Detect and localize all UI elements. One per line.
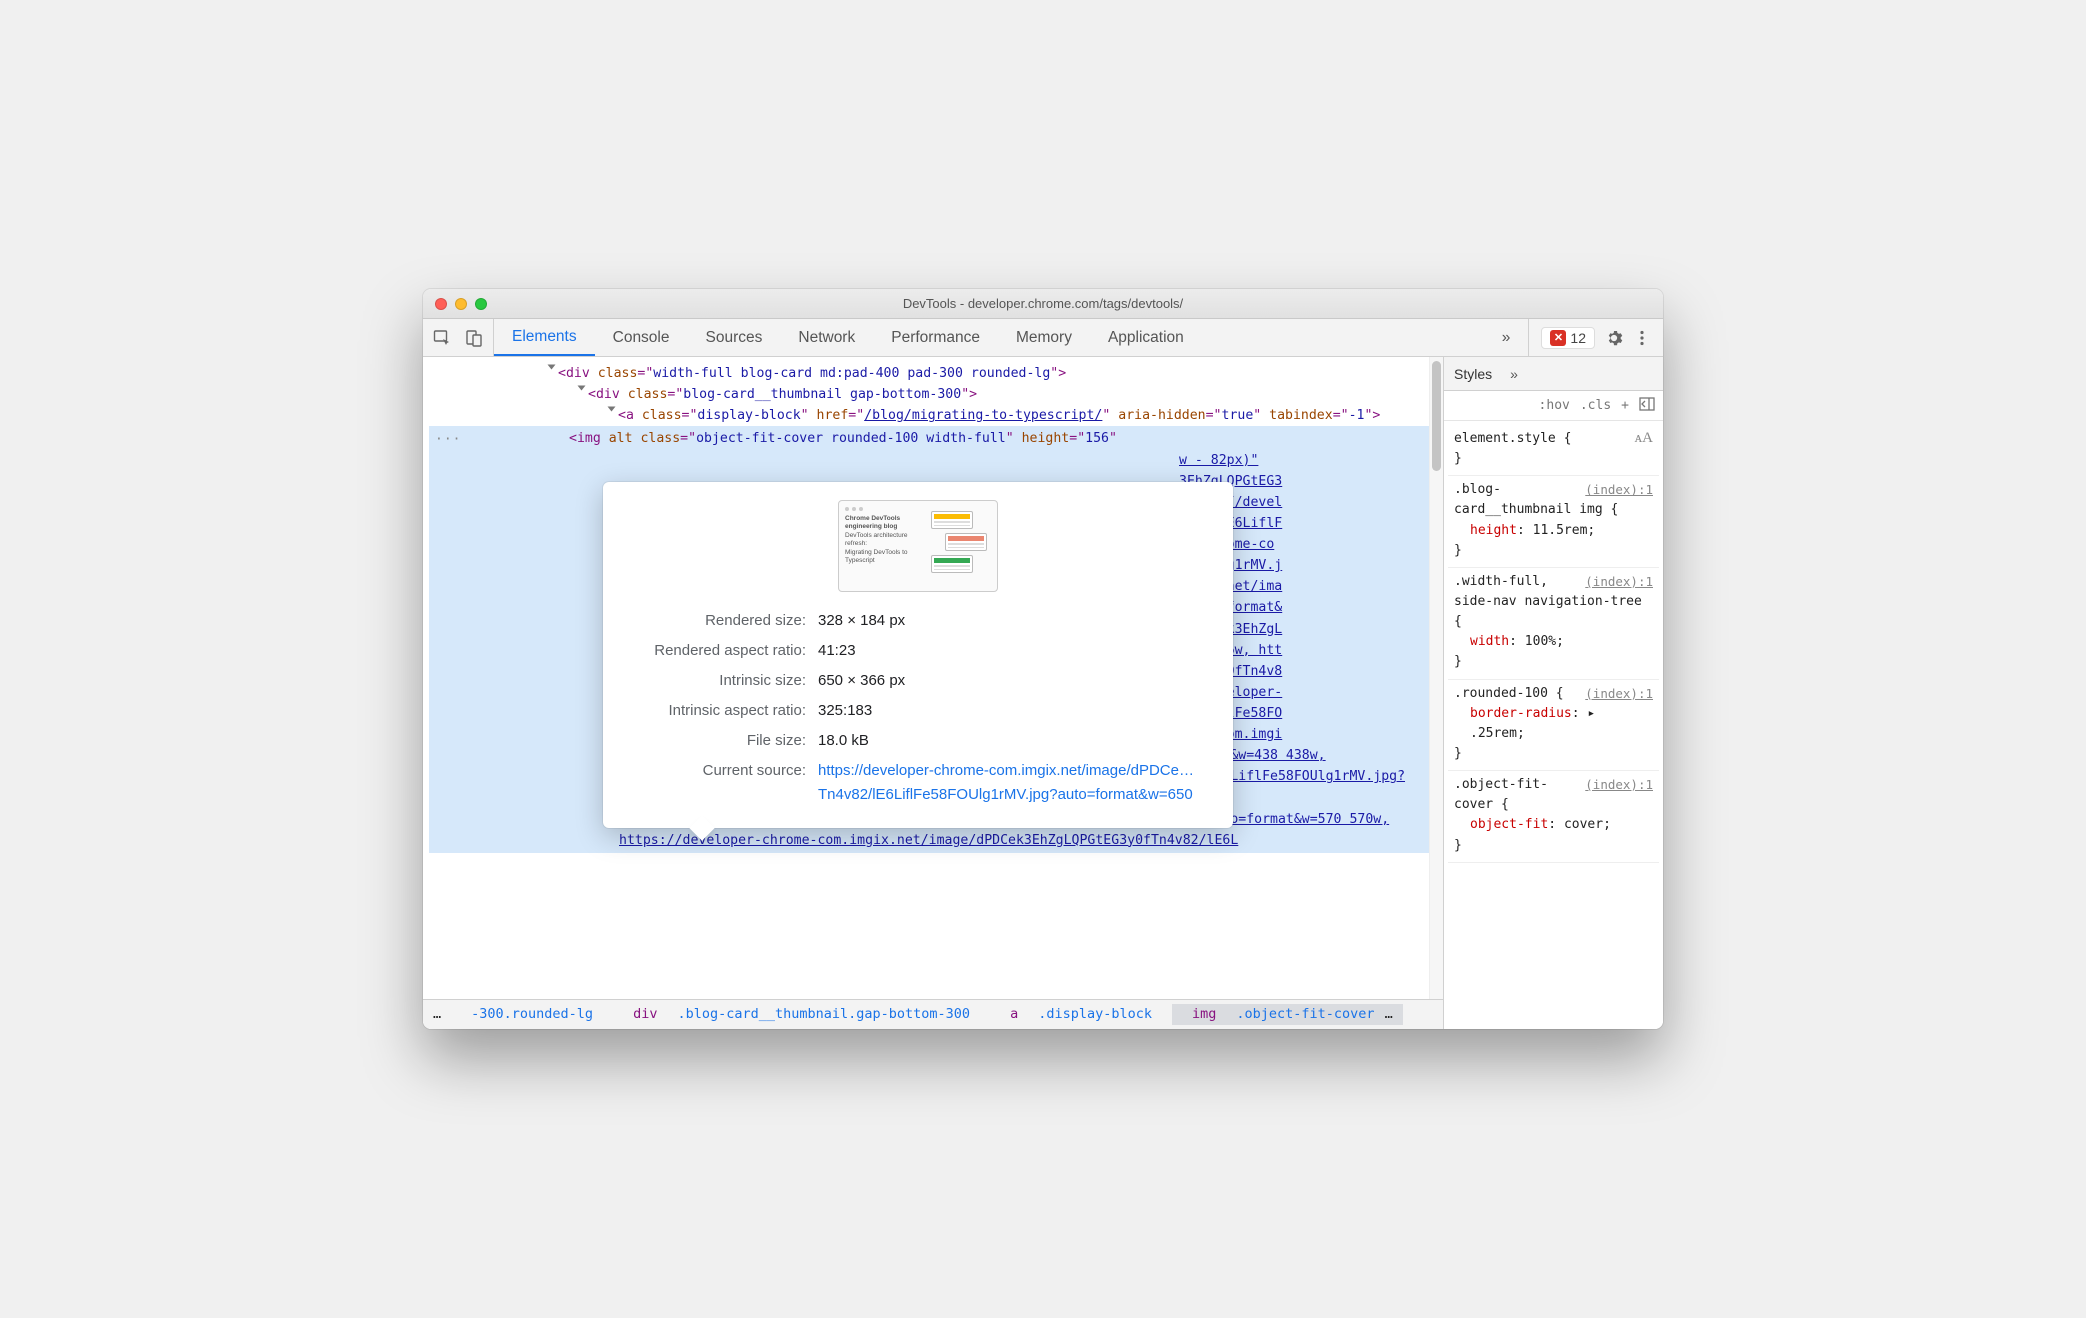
tooltip-value[interactable]: https://developer-chrome-com.imgix.net/i… [818, 759, 1213, 807]
rule-origin[interactable]: (index):1 [1585, 480, 1653, 499]
close-window-button[interactable] [435, 298, 447, 310]
tooltip-label: Rendered aspect ratio: [623, 639, 818, 663]
gear-icon[interactable] [1605, 329, 1623, 347]
tooltip-row: Rendered size:328 × 184 px [623, 606, 1213, 636]
tooltip-row: File size:18.0 kB [623, 726, 1213, 756]
devtools-window: DevTools - developer.chrome.com/tags/dev… [423, 289, 1663, 1029]
kebab-menu-icon[interactable] [1633, 329, 1651, 347]
dom-row[interactable]: <a class="display-block" href="/blog/mig… [429, 405, 1443, 426]
error-icon: ✕ [1550, 330, 1566, 346]
breadcrumb-item[interactable]: -300.rounded-lg [451, 1004, 613, 1026]
zoom-window-button[interactable] [475, 298, 487, 310]
hov-toggle[interactable]: :hov [1539, 398, 1570, 413]
tab-elements[interactable]: Elements [494, 319, 595, 356]
breadcrumb-item[interactable]: img.object-fit-cover… [1172, 1004, 1403, 1026]
sidebar-tabs: Styles » [1444, 357, 1663, 391]
window-title: DevTools - developer.chrome.com/tags/dev… [423, 296, 1663, 311]
css-rule[interactable]: (index):1.object-fit-cover {object-fit: … [1448, 771, 1659, 863]
tooltip-thumbnail: Chrome DevTools engineering blog DevTool… [838, 500, 998, 592]
minimize-window-button[interactable] [455, 298, 467, 310]
tab-sources[interactable]: Sources [688, 319, 781, 356]
css-value[interactable]: 100%; [1525, 634, 1564, 649]
css-property[interactable]: object-fit [1470, 817, 1548, 832]
sidebar-collapse-icon[interactable] [1639, 397, 1655, 415]
inspect-element-icon[interactable] [433, 329, 451, 347]
elements-panel[interactable]: <div class="width-full blog-card md:pad-… [423, 357, 1443, 1029]
tab-styles[interactable]: Styles [1454, 366, 1492, 382]
devtools-toolbar: ElementsConsoleSourcesNetworkPerformance… [423, 319, 1663, 357]
breadcrumb-item[interactable]: div.blog-card__thumbnail.gap-bottom-300 [613, 1004, 990, 1026]
css-rule[interactable]: (index):1.rounded-100 {border-radius: ▸ … [1448, 680, 1659, 772]
more-tabs[interactable]: » [1484, 319, 1529, 356]
breadcrumb[interactable]: … -300.rounded-lgdiv.blog-card__thumbnai… [423, 999, 1443, 1029]
tooltip-row: Intrinsic size:650 × 366 px [623, 666, 1213, 696]
css-value[interactable]: cover; [1564, 817, 1611, 832]
elements-scrollbar[interactable] [1429, 357, 1443, 1029]
tab-memory[interactable]: Memory [998, 319, 1090, 356]
css-property[interactable]: width [1470, 634, 1509, 649]
tooltip-label: File size: [623, 729, 818, 753]
image-hover-tooltip: Chrome DevTools engineering blog DevTool… [603, 482, 1233, 828]
tooltip-label: Intrinsic aspect ratio: [623, 699, 818, 723]
error-count: 12 [1570, 330, 1586, 346]
tab-performance[interactable]: Performance [873, 319, 998, 356]
css-property[interactable]: height [1470, 523, 1517, 538]
css-rule[interactable]: (index):1.blog-card__thumbnail img {heig… [1448, 476, 1659, 568]
traffic-lights [435, 298, 487, 310]
styles-sidebar: Styles » :hov .cls + element.style {ᴀA}(… [1443, 357, 1663, 1029]
tab-network[interactable]: Network [780, 319, 873, 356]
rule-selector: .blog-card__thumbnail img [1454, 482, 1603, 517]
selection-marker: ··· [435, 430, 461, 451]
srcset-fragment: w - 82px)" [1179, 450, 1443, 471]
dom-row[interactable]: <div class="width-full blog-card md:pad-… [429, 363, 1443, 384]
styles-rules[interactable]: element.style {ᴀA}(index):1.blog-card__t… [1444, 421, 1663, 1029]
font-size-icon[interactable]: ᴀA [1635, 427, 1653, 450]
css-rule[interactable]: element.style {ᴀA} [1448, 425, 1659, 476]
breadcrumb-item[interactable]: a.display-block [990, 1004, 1172, 1026]
cls-toggle[interactable]: .cls [1580, 398, 1611, 413]
main-split: <div class="width-full blog-card md:pad-… [423, 357, 1663, 1029]
tab-application[interactable]: Application [1090, 319, 1202, 356]
tab-console[interactable]: Console [595, 319, 688, 356]
device-toggle-icon[interactable] [465, 329, 483, 347]
tooltip-value: 325:183 [818, 699, 1213, 723]
css-property[interactable]: border-radius [1470, 706, 1572, 721]
tooltip-row: Intrinsic aspect ratio:325:183 [623, 696, 1213, 726]
titlebar: DevTools - developer.chrome.com/tags/dev… [423, 289, 1663, 319]
css-value[interactable]: 11.5rem; [1533, 523, 1596, 538]
tooltip-row: Current source:https://developer-chrome-… [623, 756, 1213, 810]
panel-tabs: ElementsConsoleSourcesNetworkPerformance… [494, 319, 1484, 356]
rule-origin[interactable]: (index):1 [1585, 572, 1653, 591]
dom-row[interactable]: <div class="blog-card__thumbnail gap-bot… [429, 384, 1443, 405]
rule-origin[interactable]: (index):1 [1585, 775, 1653, 794]
tooltip-value: 41:23 [818, 639, 1213, 663]
tooltip-value: 18.0 kB [818, 729, 1213, 753]
breadcrumb-more[interactable]: … [423, 1004, 451, 1026]
tooltip-label: Current source: [623, 759, 818, 807]
tooltip-label: Rendered size: [623, 609, 818, 633]
tooltip-value: 650 × 366 px [818, 669, 1213, 693]
new-rule-button[interactable]: + [1621, 398, 1629, 413]
styles-toolbar: :hov .cls + [1444, 391, 1663, 421]
tooltip-value: 328 × 184 px [818, 609, 1213, 633]
rule-selector: element.style [1454, 431, 1556, 446]
rule-origin[interactable]: (index):1 [1585, 684, 1653, 703]
rule-selector: .rounded-100 [1454, 686, 1548, 701]
tooltip-row: Rendered aspect ratio:41:23 [623, 636, 1213, 666]
tooltip-label: Intrinsic size: [623, 669, 818, 693]
css-rule[interactable]: (index):1.width-full,side-nav navigation… [1448, 568, 1659, 680]
error-badge[interactable]: ✕ 12 [1541, 327, 1595, 349]
sidebar-more-tabs[interactable]: » [1510, 366, 1518, 382]
